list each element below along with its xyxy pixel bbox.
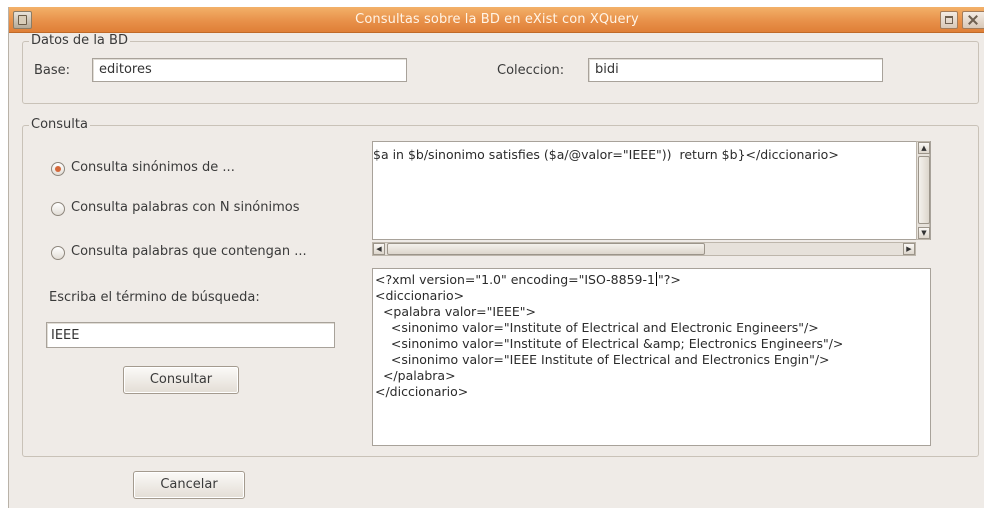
- consultar-button[interactable]: Consultar: [123, 366, 239, 394]
- result-text[interactable]: <?xml version="1.0" encoding="ISO-8859-1…: [375, 272, 843, 400]
- result-line: <sinonimo valor="IEEE Institute of Elect…: [375, 352, 830, 367]
- radio-label: Consulta palabras con N sinónimos: [71, 200, 300, 215]
- coleccion-input[interactable]: bidi: [588, 58, 883, 82]
- scroll-thumb[interactable]: [918, 156, 930, 224]
- result-line: <sinonimo valor="Institute of Electrical…: [375, 336, 844, 351]
- query-text[interactable]: $a in $b/sinonimo satisfies ($a/@valor="…: [373, 147, 839, 163]
- radio-unchecked-icon[interactable]: [51, 202, 65, 216]
- window-title: Consultas sobre la BD en eXist con XQuer…: [355, 12, 639, 27]
- main-window: Consultas sobre la BD en eXist con XQuer…: [8, 7, 984, 508]
- title-bar[interactable]: Consultas sobre la BD en eXist con XQuer…: [9, 7, 984, 33]
- radio-checked-icon[interactable]: [51, 162, 65, 176]
- cancelar-button[interactable]: Cancelar: [133, 471, 245, 499]
- radio-unchecked-icon[interactable]: [51, 246, 65, 260]
- base-label: Base:: [34, 63, 71, 78]
- datos-bd-group: Datos de la BD Base: editores Coleccion:…: [22, 33, 979, 104]
- maximize-button[interactable]: [940, 11, 958, 29]
- coleccion-label: Coleccion:: [497, 63, 565, 78]
- result-area[interactable]: <?xml version="1.0" encoding="ISO-8859-1…: [372, 268, 931, 446]
- result-line: </palabra>: [375, 368, 456, 383]
- scroll-thumb[interactable]: [387, 243, 705, 255]
- search-term-input[interactable]: IEEE: [46, 322, 335, 348]
- scroll-right-icon[interactable]: ▶: [903, 243, 915, 255]
- query-horizontal-scrollbar[interactable]: ◀ ▶: [372, 242, 916, 256]
- query-vertical-scrollbar[interactable]: ▲ ▼: [916, 141, 930, 240]
- result-line: <palabra valor="IEEE">: [375, 304, 536, 319]
- result-line: </diccionario>: [375, 384, 469, 399]
- datos-bd-legend: Datos de la BD: [29, 33, 130, 48]
- radio-label: Consulta sinónimos de ...: [71, 160, 235, 175]
- result-line: <diccionario>: [375, 288, 465, 303]
- consulta-legend: Consulta: [29, 117, 90, 132]
- radio-label: Consulta palabras que contengan ...: [71, 244, 307, 259]
- consulta-group: Consulta Consulta sinónimos de ... Consu…: [22, 117, 979, 457]
- text-caret: [655, 272, 657, 286]
- base-input[interactable]: editores: [92, 58, 407, 82]
- scroll-up-icon[interactable]: ▲: [918, 142, 930, 154]
- close-button[interactable]: [962, 11, 984, 29]
- scroll-left-icon[interactable]: ◀: [373, 243, 385, 255]
- scroll-down-icon[interactable]: ▼: [918, 227, 930, 239]
- search-term-label: Escriba el término de búsqueda:: [49, 290, 260, 305]
- xml-declaration-line: <?xml version="1.0" encoding="ISO-8859-1…: [375, 272, 681, 287]
- result-line: <sinonimo valor="Institute of Electrical…: [375, 320, 819, 335]
- query-editor[interactable]: $a in $b/sinonimo satisfies ($a/@valor="…: [372, 141, 931, 240]
